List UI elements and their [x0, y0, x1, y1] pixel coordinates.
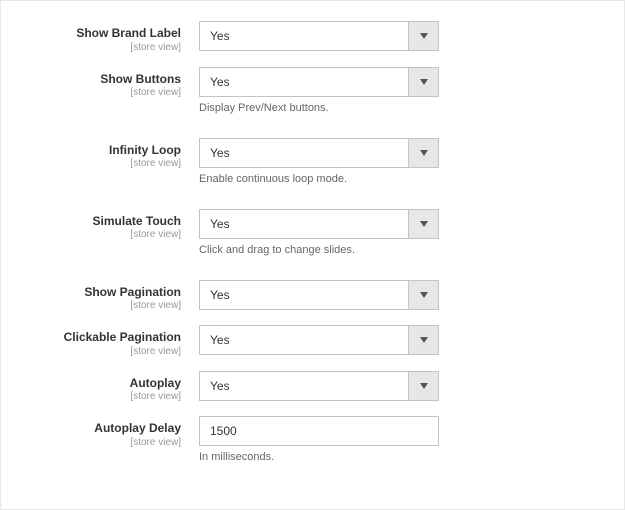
autoplay-select[interactable]: Yes	[199, 371, 439, 401]
input-col: Yes Display Prev/Next buttons.	[199, 67, 589, 114]
field-scope: [store view]	[21, 229, 181, 240]
field-scope: [store view]	[21, 391, 181, 402]
label-col: Autoplay Delay [store view]	[21, 416, 199, 448]
label-col: Show Brand Label [store view]	[21, 21, 199, 53]
field-scope: [store view]	[21, 87, 181, 98]
input-col: Yes	[199, 325, 589, 355]
field-scope: [store view]	[21, 158, 181, 169]
label-col: Show Buttons [store view]	[21, 67, 199, 99]
field-scope: [store view]	[21, 437, 181, 448]
field-label-simulate-touch: Simulate Touch	[21, 214, 181, 230]
label-col: Autoplay [store view]	[21, 371, 199, 403]
field-row-show-brand-label: Show Brand Label [store view] Yes	[21, 21, 589, 53]
input-col: Yes Enable continuous loop mode.	[199, 138, 589, 185]
label-col: Simulate Touch [store view]	[21, 209, 199, 241]
chevron-down-icon	[408, 281, 438, 309]
chevron-down-icon	[408, 139, 438, 167]
settings-form: Show Brand Label [store view] Yes Show B…	[21, 21, 589, 463]
label-col: Clickable Pagination [store view]	[21, 325, 199, 357]
field-row-clickable-pagination: Clickable Pagination [store view] Yes	[21, 325, 589, 357]
clickable-pagination-select[interactable]: Yes	[199, 325, 439, 355]
field-label-show-pagination: Show Pagination	[21, 285, 181, 301]
field-note-simulate-touch: Click and drag to change slides.	[199, 244, 589, 256]
input-col: Yes Click and drag to change slides.	[199, 209, 589, 256]
field-scope: [store view]	[21, 346, 181, 357]
field-row-autoplay: Autoplay [store view] Yes	[21, 371, 589, 403]
field-row-show-buttons: Show Buttons [store view] Yes Display Pr…	[21, 67, 589, 114]
field-label-infinity-loop: Infinity Loop	[21, 143, 181, 159]
input-col: Yes	[199, 21, 589, 51]
chevron-down-icon	[408, 326, 438, 354]
field-note-autoplay-delay: In milliseconds.	[199, 451, 589, 463]
field-label-clickable-pagination: Clickable Pagination	[21, 330, 181, 346]
show-pagination-select[interactable]: Yes	[199, 280, 439, 310]
infinity-loop-select[interactable]: Yes	[199, 138, 439, 168]
show-brand-label-select[interactable]: Yes	[199, 21, 439, 51]
select-value: Yes	[200, 281, 408, 309]
label-col: Infinity Loop [store view]	[21, 138, 199, 170]
label-col: Show Pagination [store view]	[21, 280, 199, 312]
field-row-show-pagination: Show Pagination [store view] Yes	[21, 280, 589, 312]
field-label-autoplay: Autoplay	[21, 376, 181, 392]
select-value: Yes	[200, 372, 408, 400]
chevron-down-icon	[408, 22, 438, 50]
field-label-autoplay-delay: Autoplay Delay	[21, 421, 181, 437]
select-value: Yes	[200, 68, 408, 96]
field-label-show-brand-label: Show Brand Label	[21, 26, 181, 42]
chevron-down-icon	[408, 372, 438, 400]
field-note-show-buttons: Display Prev/Next buttons.	[199, 102, 589, 114]
chevron-down-icon	[408, 68, 438, 96]
select-value: Yes	[200, 210, 408, 238]
show-buttons-select[interactable]: Yes	[199, 67, 439, 97]
select-value: Yes	[200, 326, 408, 354]
field-scope: [store view]	[21, 42, 181, 53]
select-value: Yes	[200, 22, 408, 50]
field-note-infinity-loop: Enable continuous loop mode.	[199, 173, 589, 185]
select-value: Yes	[200, 139, 408, 167]
chevron-down-icon	[408, 210, 438, 238]
autoplay-delay-input[interactable]	[199, 416, 439, 446]
input-col: Yes	[199, 371, 589, 401]
input-col: Yes	[199, 280, 589, 310]
field-row-infinity-loop: Infinity Loop [store view] Yes Enable co…	[21, 138, 589, 185]
field-scope: [store view]	[21, 300, 181, 311]
field-row-autoplay-delay: Autoplay Delay [store view] In milliseco…	[21, 416, 589, 463]
input-col: In milliseconds.	[199, 416, 589, 463]
field-row-simulate-touch: Simulate Touch [store view] Yes Click an…	[21, 209, 589, 256]
simulate-touch-select[interactable]: Yes	[199, 209, 439, 239]
field-label-show-buttons: Show Buttons	[21, 72, 181, 88]
